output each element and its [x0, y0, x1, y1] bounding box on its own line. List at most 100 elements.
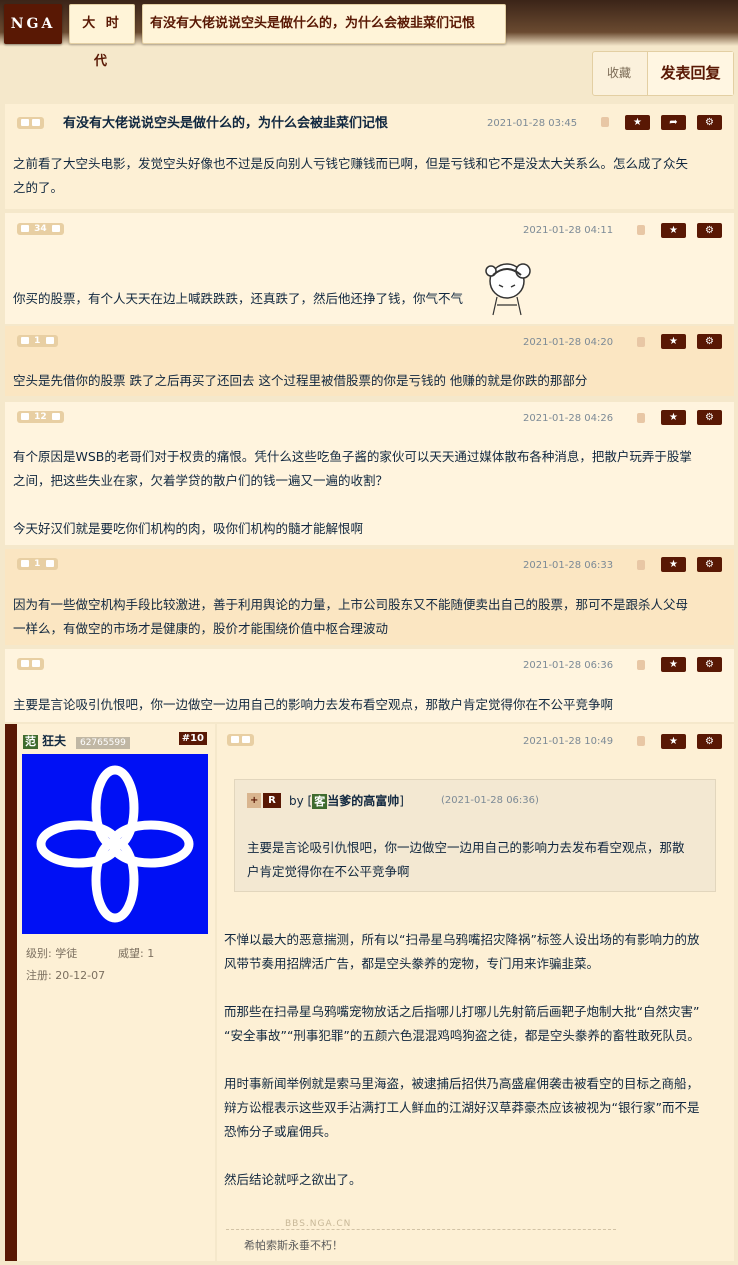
android-icon: [637, 660, 645, 670]
post-line: 因为有一些做空机构手段比较激进，善于利用舆论的力量，上市公司股东又不能随便卖出自…: [13, 597, 689, 612]
quote-username[interactable]: 当爹的高富帅: [327, 794, 399, 808]
star-icon[interactable]: ★: [661, 410, 686, 425]
star-icon[interactable]: ★: [661, 734, 686, 749]
prestige-label: 威望:: [118, 947, 144, 960]
post-time: 2021-01-28 04:20: [523, 337, 614, 348]
gear-icon[interactable]: ⚙: [697, 115, 722, 130]
post-content: 主要是言论吸引仇恨吧，你一边做空一边用自己的影响力去发布看空观点，那散户肯定觉得…: [13, 693, 613, 717]
nga-logo[interactable]: NGA: [4, 4, 62, 44]
post-title: 有没有大佬说说空头是做什么的，为什么会被韭菜们记恨: [63, 116, 389, 131]
android-icon: [637, 560, 645, 570]
gear-icon[interactable]: ⚙: [697, 734, 722, 749]
post-line: 然后结论就呼之欲出了。: [224, 1172, 362, 1187]
gear-icon[interactable]: ⚙: [697, 410, 722, 425]
post-line: 风带节奏用招牌活广告，都是空头豢养的宠物，专门用来诈骗韭菜。: [224, 956, 600, 971]
star-icon[interactable]: ★: [661, 223, 686, 238]
quote-text: 主要是言论吸引仇恨吧，你一边做空一边用自己的影响力去发布看空观点，那散 户肯定觉…: [247, 836, 709, 884]
post-line: [224, 976, 720, 1000]
star-icon[interactable]: ★: [661, 657, 686, 672]
breadcrumb-topic[interactable]: 有没有大佬说说空头是做什么的，为什么会被韭菜们记恨: [142, 4, 506, 44]
user-name[interactable]: 狂夫: [42, 734, 66, 748]
thumb-down-icon[interactable]: [45, 337, 54, 344]
reg-label: 注册:: [26, 969, 52, 982]
post-reply: 2021-01-28 06:36 ★ ⚙ 主要是言论吸引仇恨吧，你一边做空一边用…: [5, 649, 734, 722]
vote-widget[interactable]: [17, 117, 45, 129]
thumb-down-icon[interactable]: [242, 736, 251, 743]
quote-by: by: [289, 794, 304, 808]
reg-value: 20-12-07: [55, 969, 106, 982]
post-op: 有没有大佬说说空头是做什么的，为什么会被韭菜们记恨 2021-01-28 03:…: [5, 104, 734, 209]
post-content: 空头是先借你的股票 跌了之后再买了还回去 这个过程里被借股票的你是亏钱的 他赚的…: [13, 369, 587, 393]
user-header: 范 狂夫 62765599 #10: [23, 732, 213, 749]
post-line: 用时事新闻举例就是索马里海盗，被逮捕后招供乃高盛雇佣袭击被看空的目标之商船，: [224, 1076, 700, 1091]
signature: 希帕索斯永垂不朽！: [244, 1239, 343, 1252]
quote-line: 主要是言论吸引仇恨吧，你一边做空一边用自己的影响力去发布看空观点，那散: [247, 840, 685, 855]
thumb-down-icon[interactable]: [51, 225, 60, 232]
user-register-date: 注册: 20-12-07: [26, 967, 105, 983]
user-id[interactable]: 62765599: [75, 737, 130, 749]
vote-widget[interactable]: 12: [17, 411, 64, 423]
post-content: 之前看了大空头电影，发觉空头好像也不过是反向别人亏钱它赚钱而已啊，但是亏钱和它不…: [13, 152, 688, 200]
gear-icon[interactable]: ⚙: [697, 557, 722, 572]
android-icon: [637, 225, 645, 235]
post-line: 恐怖分子或雇佣兵。: [224, 1124, 337, 1139]
thumb-up-icon[interactable]: [21, 660, 29, 667]
vote-widget[interactable]: 1: [17, 558, 58, 570]
post-time: 2021-01-28 04:26: [523, 413, 614, 424]
quote-plus-button[interactable]: +: [247, 793, 262, 808]
quote-reply-button[interactable]: R: [263, 793, 281, 808]
quote-time: (2021-01-28 06:36): [441, 795, 539, 806]
thumb-up-icon[interactable]: [21, 337, 29, 344]
gear-icon[interactable]: ⚙: [697, 657, 722, 672]
apple-icon: [637, 413, 645, 423]
share-icon[interactable]: ➦: [661, 115, 686, 130]
user-card-bar: [5, 724, 17, 1261]
gear-icon[interactable]: ⚙: [697, 334, 722, 349]
post-content: 你买的股票，有个人天天在边上喊跌跌跌，还真跌了，然后他还挣了钱，你气不气: [13, 287, 463, 311]
post-line: [13, 493, 692, 517]
star-icon[interactable]: ★: [661, 334, 686, 349]
level-value: 学徒: [55, 947, 78, 960]
gear-icon[interactable]: ⚙: [697, 223, 722, 238]
post-line: 今天好汉们就是要吃你们机构的肉，吸你们机构的髓才能解恨啊: [13, 521, 364, 536]
thumb-up-icon[interactable]: [21, 225, 29, 232]
vote-widget[interactable]: [227, 734, 255, 746]
vote-widget[interactable]: 34: [17, 223, 64, 235]
thumb-up-icon[interactable]: [21, 119, 29, 126]
post-content: 有个原因是WSB的老哥们对于权贵的痛恨。凭什么这些吃鱼子酱的家伙可以天天通过媒体…: [13, 445, 692, 541]
post-line: 之间，把这些失业在家，欠着学贷的散户们的钱一遍又一遍的收割？: [13, 473, 389, 488]
post-reply: 1 2021-01-28 06:33 ★ ⚙ 因为有一些做空机构手段比较激进，善…: [5, 549, 734, 645]
thumb-down-icon[interactable]: [32, 119, 41, 126]
thumb-up-icon[interactable]: [231, 736, 239, 743]
post-time: 2021-01-28 10:49: [523, 736, 614, 747]
vote-widget[interactable]: [17, 658, 45, 670]
topic-actions: 收藏 发表回复: [592, 51, 734, 96]
star-icon[interactable]: ★: [625, 115, 650, 130]
thumb-up-icon[interactable]: [21, 560, 29, 567]
thumb-down-icon[interactable]: [45, 560, 54, 567]
post-line: 不惮以最大的恶意揣测，所有以“扫帚星乌鸦嘴招灾降祸”标签人设出场的有影响力的放: [224, 932, 700, 947]
signature-divider: [226, 1229, 616, 1230]
post-reply: 34 2021-01-28 04:11 ★ ⚙ 你买的股票，有个人天天在边上喊跌…: [5, 213, 734, 324]
thumb-down-icon[interactable]: [32, 660, 41, 667]
star-icon[interactable]: ★: [661, 557, 686, 572]
user-prestige: 威望: 1: [118, 945, 154, 961]
post-content: 不惮以最大的恶意揣测，所有以“扫帚星乌鸦嘴招灾降祸”标签人设出场的有影响力的放 …: [224, 928, 720, 1192]
guest-badge: 客: [312, 794, 328, 809]
thumb-down-icon[interactable]: [51, 413, 60, 420]
post-line: 主要是言论吸引仇恨吧，你一边做空一边用自己的影响力去发布看空观点，那散户肯定觉得…: [13, 697, 614, 712]
vote-count: 12: [34, 412, 47, 422]
post-content: 因为有一些做空机构手段比较激进，善于利用舆论的力量，上市公司股东又不能随便卖出自…: [13, 593, 688, 641]
vote-widget[interactable]: 1: [17, 335, 58, 347]
post-time: 2021-01-28 06:33: [523, 560, 614, 571]
post-line: 之前看了大空头电影，发觉空头好像也不过是反向别人亏钱它赚钱而已啊，但是亏钱和它不…: [13, 156, 689, 171]
favorite-button[interactable]: 收藏: [607, 64, 631, 81]
post-line: 空头是先借你的股票 跌了之后再买了还回去 这个过程里被借股票的你是亏钱的 他赚的…: [13, 373, 588, 388]
thumb-up-icon[interactable]: [21, 413, 29, 420]
level-label: 级别:: [26, 947, 52, 960]
reply-button[interactable]: 发表回复: [647, 52, 733, 95]
breadcrumb-forum[interactable]: 大 时 代: [69, 4, 135, 69]
floor-number[interactable]: #10: [178, 732, 207, 745]
avatar[interactable]: [22, 754, 208, 934]
vote-count: 34: [34, 224, 47, 234]
